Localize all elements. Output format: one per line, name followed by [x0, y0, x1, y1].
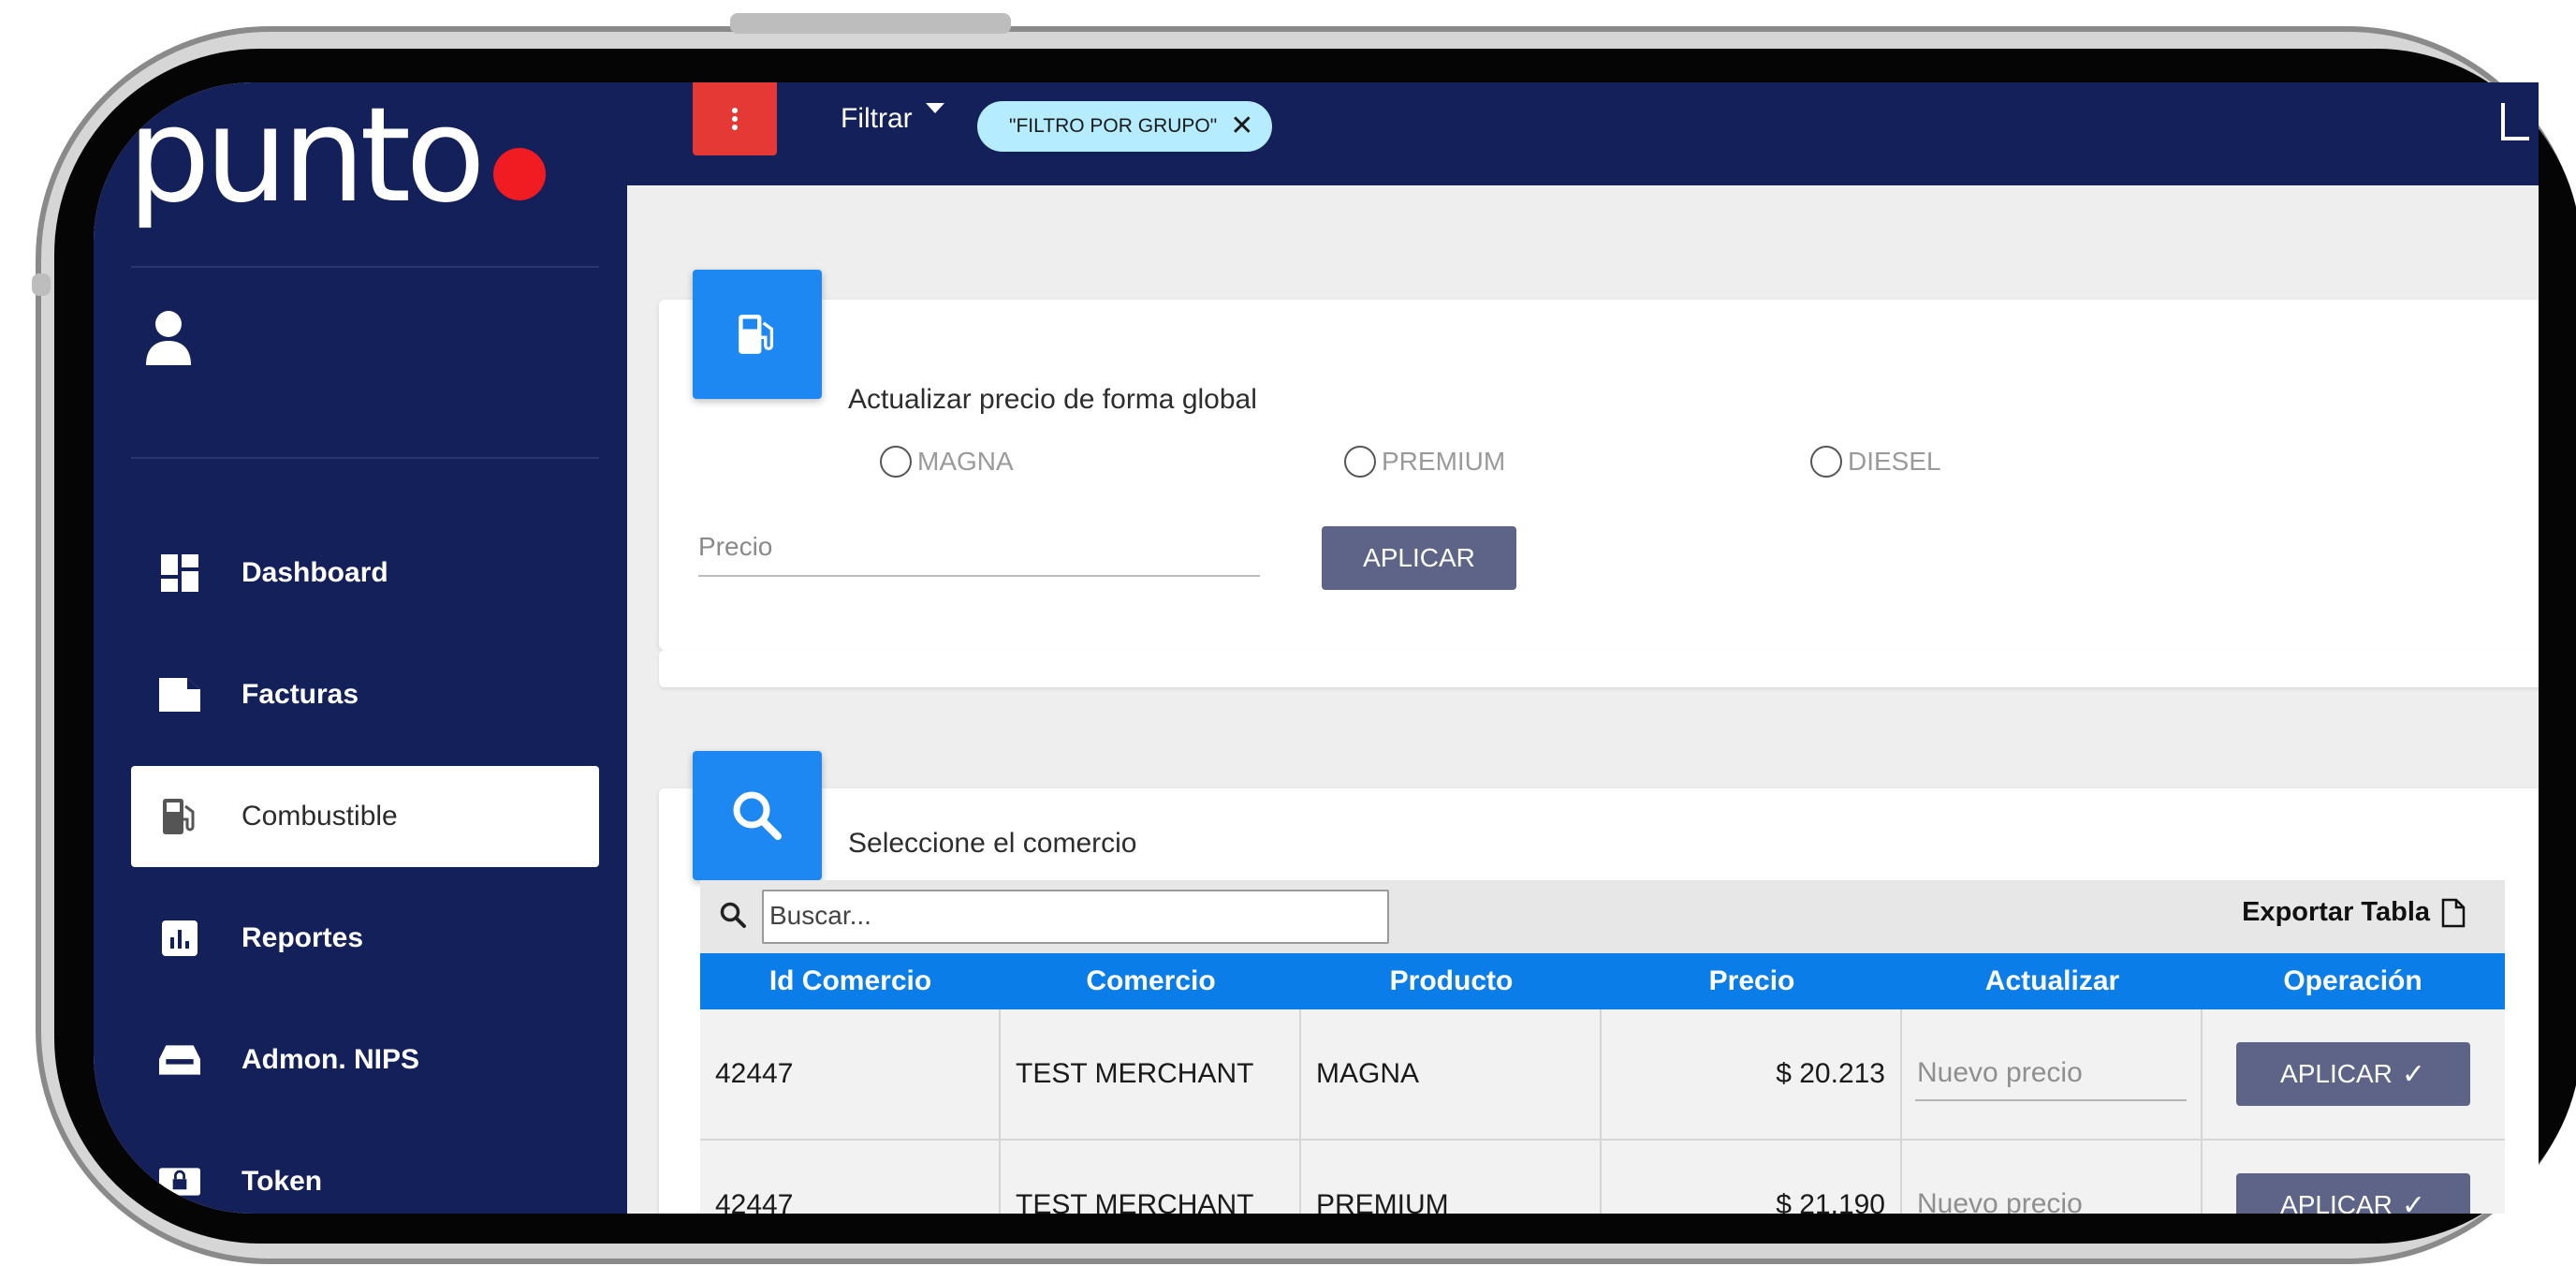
radio-label: PREMIUM — [1382, 447, 1506, 476]
brand-logo[interactable]: punto — [127, 86, 546, 227]
more-menu-button[interactable] — [693, 82, 777, 155]
table-toolbar: Buscar... Exportar Tabla — [700, 880, 2505, 953]
apply-row-label: APLICAR — [2280, 1059, 2393, 1088]
column-header-merchant[interactable]: Comercio — [1001, 953, 1301, 1009]
cell-update: Nuevo precio — [1902, 1141, 2203, 1214]
apply-global-price-button[interactable]: APLICAR — [1322, 526, 1516, 590]
fuel-pump-icon — [159, 796, 200, 837]
fuel-pump-icon — [739, 315, 774, 354]
sidebar: punto Dashboard Facturas Combustible Rep… — [94, 82, 627, 1214]
price-input[interactable]: Precio — [698, 523, 1260, 577]
cell-price: $ 21.190 — [1602, 1141, 1902, 1214]
app-screen: punto Dashboard Facturas Combustible Rep… — [94, 82, 2539, 1214]
sidebar-item-token[interactable]: Token — [131, 1131, 599, 1214]
radio-label: MAGNA — [917, 447, 1014, 476]
cell-operation: APLICAR ✓ — [2203, 1141, 2503, 1214]
column-header-product[interactable]: Producto — [1301, 953, 1602, 1009]
table-row: 42447 TEST MERCHANT PREMIUM $ 21.190 Nue… — [700, 1141, 2505, 1214]
sidebar-item-admon-nips[interactable]: Admon. NIPS — [131, 1009, 599, 1111]
apply-row-button[interactable]: APLICAR ✓ — [2235, 1042, 2470, 1106]
search-placeholder: Buscar... — [769, 901, 871, 930]
menu-icon[interactable] — [2501, 103, 2529, 140]
close-icon[interactable]: ✕ — [1230, 112, 1253, 140]
global-price-card-footer — [659, 650, 2539, 687]
new-price-input[interactable]: Nuevo precio — [1915, 1178, 2187, 1214]
global-price-title: Actualizar precio de forma global — [848, 384, 1257, 415]
cell-price: $ 20.213 — [1602, 1009, 1902, 1139]
fuel-card-icon — [693, 270, 822, 399]
check-icon: ✓ — [2401, 1189, 2425, 1214]
sidebar-item-label: Admon. NIPS — [242, 1044, 420, 1075]
cell-merchant: TEST MERCHANT — [1001, 1141, 1301, 1214]
cell-update: Nuevo precio — [1902, 1009, 2203, 1139]
device-button-side — [32, 273, 51, 296]
sidebar-item-label: Reportes — [242, 922, 364, 953]
device-button-top — [730, 13, 1011, 34]
radio-label: DIESEL — [1848, 447, 1941, 476]
sidebar-item-label: Dashboard — [242, 557, 388, 588]
radio-premium[interactable]: PREMIUM — [1344, 446, 1505, 478]
dashboard-icon — [159, 552, 200, 594]
new-price-input[interactable]: Nuevo precio — [1915, 1047, 2187, 1101]
cell-id: 42447 — [700, 1009, 1001, 1139]
merchant-title: Seleccione el comercio — [848, 828, 1137, 859]
sidebar-item-reportes[interactable]: Reportes — [131, 888, 599, 989]
sidebar-item-label: Combustible — [242, 801, 398, 832]
filter-dropdown[interactable]: Filtrar — [841, 102, 944, 135]
tray-icon — [159, 1039, 200, 1081]
radio-magna[interactable]: MAGNA — [880, 446, 1014, 478]
search-icon — [719, 901, 749, 931]
export-table-button[interactable]: Exportar Tabla — [2242, 897, 2466, 928]
column-header-update[interactable]: Actualizar — [1902, 953, 2203, 1009]
radio-circle[interactable] — [880, 446, 912, 478]
price-placeholder: Precio — [698, 532, 773, 561]
sidebar-divider — [131, 457, 599, 459]
cell-merchant: TEST MERCHANT — [1001, 1009, 1301, 1139]
sidebar-divider — [131, 266, 599, 268]
logo-dot — [492, 148, 546, 200]
cell-product: PREMIUM — [1301, 1141, 1602, 1214]
vertical-dots-icon — [732, 108, 738, 130]
sidebar-item-label: Facturas — [242, 679, 359, 710]
table-row: 42447 TEST MERCHANT MAGNA $ 20.213 Nuevo… — [700, 1009, 2505, 1141]
filter-label: Filtrar — [841, 103, 913, 134]
cell-product: MAGNA — [1301, 1009, 1602, 1139]
check-icon: ✓ — [2401, 1058, 2425, 1090]
filter-chip[interactable]: "FILTRO POR GRUPO" ✕ — [977, 101, 1273, 152]
table-search-input[interactable]: Buscar... — [762, 890, 1389, 944]
bar-chart-icon — [159, 918, 200, 959]
radio-diesel[interactable]: DIESEL — [1810, 446, 1941, 478]
sidebar-item-combustible[interactable]: Combustible — [131, 766, 599, 867]
radio-circle[interactable] — [1810, 446, 1842, 478]
apply-row-label: APLICAR — [2280, 1190, 2393, 1214]
sidebar-item-facturas[interactable]: Facturas — [131, 644, 599, 745]
table-header: Id Comercio Comercio Producto Precio Act… — [700, 953, 2505, 1009]
search-card-icon — [693, 751, 822, 880]
file-icon — [2441, 898, 2466, 927]
column-header-id[interactable]: Id Comercio — [700, 953, 1001, 1009]
column-header-operation[interactable]: Operación — [2203, 953, 2503, 1009]
user-avatar-icon[interactable] — [140, 307, 197, 373]
caret-down-icon — [925, 102, 944, 113]
column-header-price[interactable]: Precio — [1602, 953, 1902, 1009]
top-bar: Filtrar "FILTRO POR GRUPO" ✕ — [627, 82, 2539, 185]
invoice-icon — [159, 674, 200, 715]
lock-card-icon — [159, 1161, 200, 1202]
radio-circle[interactable] — [1344, 446, 1376, 478]
logo-text: punto — [127, 82, 486, 232]
cell-operation: APLICAR ✓ — [2203, 1009, 2503, 1139]
filter-chip-label: "FILTRO POR GRUPO" — [1009, 115, 1218, 137]
export-label: Exportar Tabla — [2242, 897, 2430, 927]
sidebar-item-dashboard[interactable]: Dashboard — [131, 523, 599, 624]
apply-row-button[interactable]: APLICAR ✓ — [2235, 1173, 2470, 1214]
search-icon — [733, 791, 782, 840]
cell-id: 42447 — [700, 1141, 1001, 1214]
sidebar-item-label: Token — [242, 1166, 323, 1197]
